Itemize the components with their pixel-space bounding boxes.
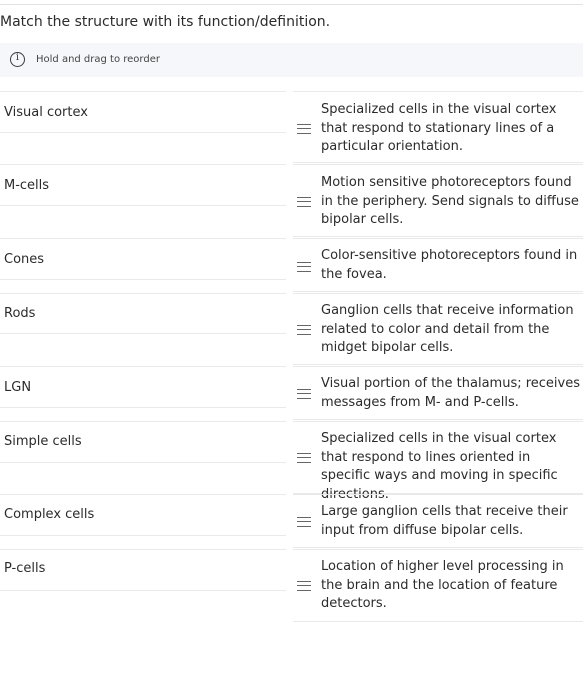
structure-item-rods: Rods <box>0 293 286 334</box>
drag-handle-icon[interactable] <box>297 325 311 335</box>
definition-draggable-6[interactable]: Specialized cells in the visual cortex t… <box>293 421 583 502</box>
structure-item-complex-cells: Complex cells <box>0 494 286 536</box>
drag-hint-banner: Hold and drag to reorder <box>0 43 583 77</box>
structure-item-visual-cortex: Visual cortex <box>0 91 286 133</box>
structure-label: P-cells <box>4 561 46 576</box>
structure-item-simple-cells: Simple cells <box>0 421 286 463</box>
definition-draggable-3[interactable]: Color-sensitive photoreceptors found in … <box>293 238 583 292</box>
structure-label: Simple cells <box>4 434 82 449</box>
structure-item-cones: Cones <box>0 238 286 280</box>
definition-draggable-7[interactable]: Large ganglion cells that receive their … <box>293 494 583 548</box>
definition-draggable-1[interactable]: Specialized cells in the visual cortex t… <box>293 91 583 163</box>
structure-label: LGN <box>4 380 32 395</box>
definition-text: Ganglion cells that receive information … <box>321 303 574 355</box>
definition-text: Large ganglion cells that receive their … <box>321 504 568 538</box>
definition-text: Motion sensitive photoreceptors found in… <box>321 175 579 227</box>
definition-text: Specialized cells in the visual cortex t… <box>321 431 558 502</box>
definition-draggable-5[interactable]: Visual portion of the thalamus; receives… <box>293 366 583 420</box>
definition-text: Visual portion of the thalamus; receives… <box>321 376 581 410</box>
definition-draggable-2[interactable]: Motion sensitive photoreceptors found in… <box>293 164 583 237</box>
drag-handle-icon[interactable] <box>297 453 311 463</box>
structure-item-lgn: LGN <box>0 366 286 408</box>
top-divider <box>0 0 583 5</box>
info-circle-icon <box>10 52 25 67</box>
definition-text: Specialized cells in the visual cortex t… <box>321 102 557 154</box>
drag-handle-icon[interactable] <box>297 389 311 399</box>
definition-text: Color-sensitive photoreceptors found in … <box>321 248 578 282</box>
drag-handle-icon[interactable] <box>297 197 311 207</box>
structure-label: Visual cortex <box>4 105 88 120</box>
structure-label: M-cells <box>4 178 50 193</box>
structure-label: Cones <box>4 252 45 267</box>
drag-handle-icon[interactable] <box>297 124 311 134</box>
drag-hint-text: Hold and drag to reorder <box>36 54 160 65</box>
structure-item-p-cells: P-cells <box>0 549 286 591</box>
structure-label: Rods <box>4 306 36 321</box>
question-instruction: Match the structure with its function/de… <box>0 14 331 30</box>
drag-handle-icon[interactable] <box>297 581 311 591</box>
definition-draggable-4[interactable]: Ganglion cells that receive information … <box>293 293 583 365</box>
definition-draggable-8[interactable]: Location of higher level processing in t… <box>293 549 583 622</box>
drag-handle-icon[interactable] <box>297 517 311 527</box>
structure-label: Complex cells <box>4 507 95 522</box>
definition-text: Location of higher level processing in t… <box>321 559 564 611</box>
structure-item-m-cells: M-cells <box>0 164 286 206</box>
drag-handle-icon[interactable] <box>297 262 311 272</box>
